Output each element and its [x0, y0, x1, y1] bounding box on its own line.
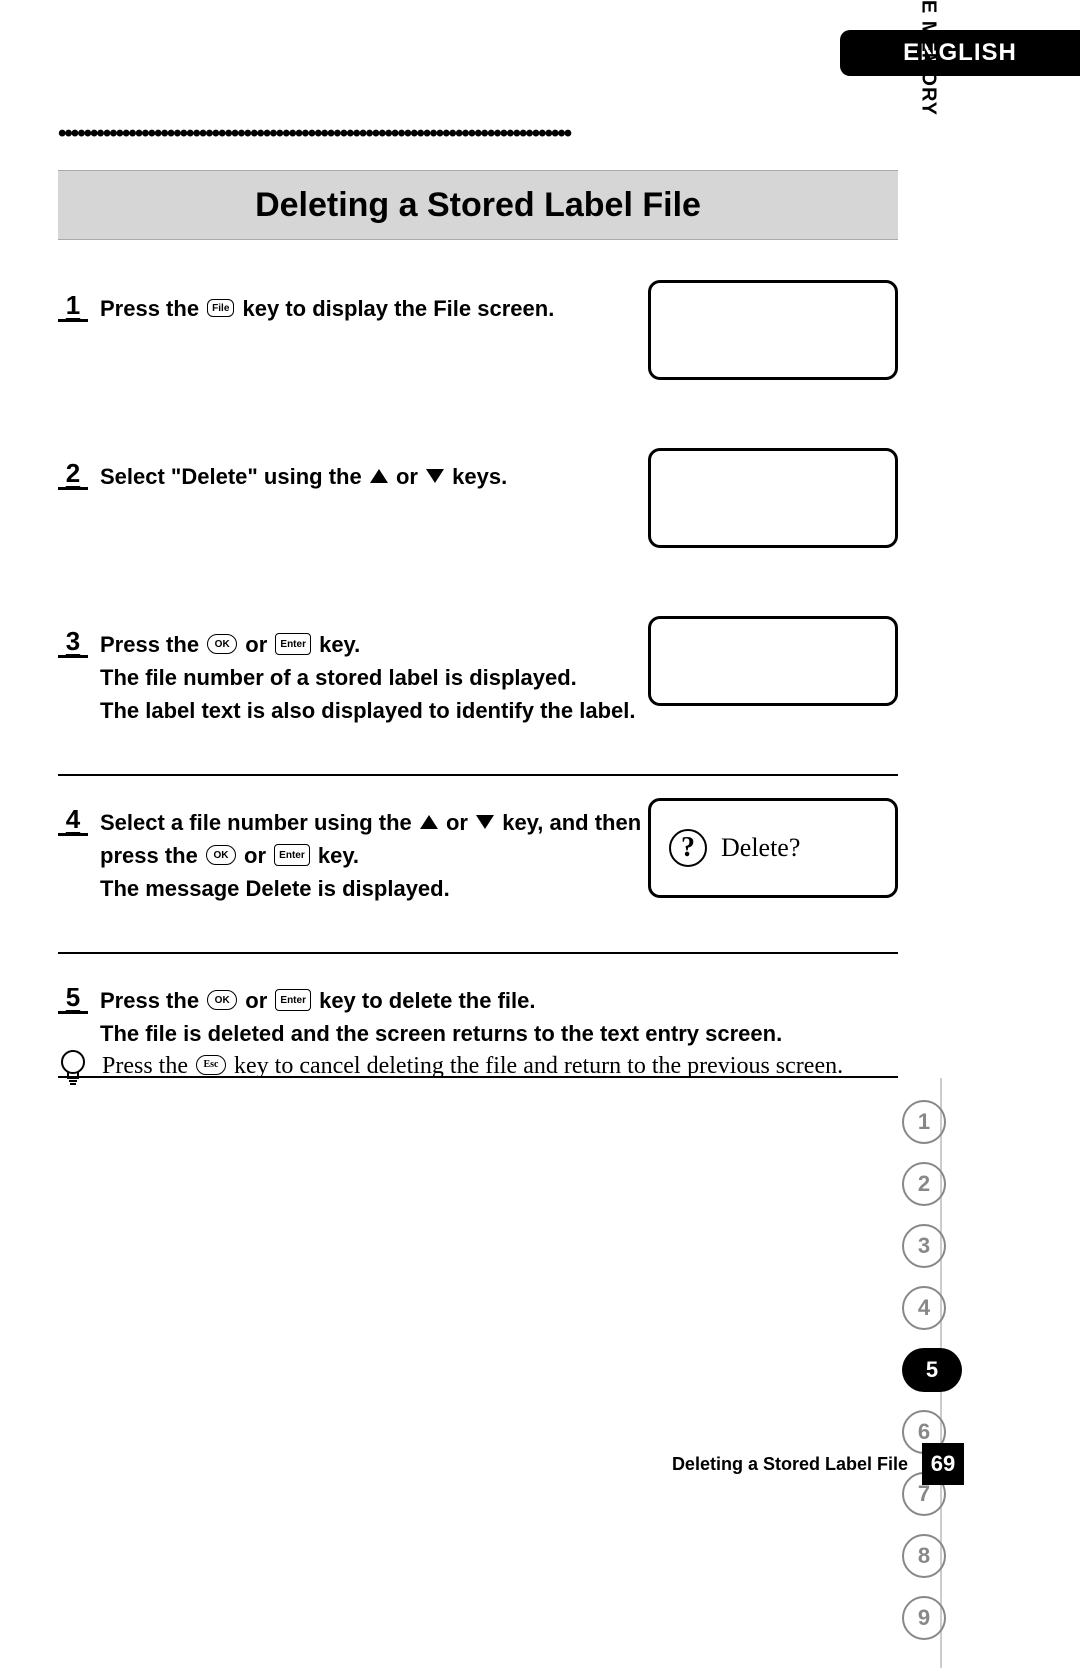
chapter-tab-8[interactable]: 8 [902, 1534, 946, 1578]
footer-title: Deleting a Stored Label File [672, 1454, 908, 1475]
tip-note: Press the Esc key to cancel deleting the… [58, 1048, 898, 1088]
page-number: 69 [922, 1443, 964, 1485]
chapter-tabs: 123456789 [902, 1100, 962, 1640]
step-2: 2 Select "Delete" using the or keys. [58, 458, 898, 598]
chapter-tab-2[interactable]: 2 [902, 1162, 946, 1206]
chapter-heading-vertical: zUSING THE FILE MEMORY [917, 0, 940, 116]
step-1: 1 Press the File key to display the File… [58, 290, 898, 430]
dotted-divider: ••••••••••••••••••••••••••••••••••••••••… [58, 120, 890, 148]
tip-text: Press the Esc key to cancel deleting the… [102, 1048, 843, 1084]
lcd-delete-dialog: ? Delete? [648, 798, 898, 898]
page-title: Deleting a Stored Label File [255, 186, 701, 225]
enter-key-icon: Enter [274, 844, 310, 866]
language-tab: ENGLISH [840, 30, 1080, 76]
lcd-preview-box [648, 448, 898, 548]
lcd-delete-text: Delete? [721, 833, 800, 863]
chapter-tab-9[interactable]: 9 [902, 1596, 946, 1640]
lcd-preview-box [648, 616, 898, 706]
chapter-tab-4[interactable]: 4 [902, 1286, 946, 1330]
page-footer: Deleting a Stored Label File 69 [58, 1444, 964, 1484]
enter-key-icon: Enter [275, 989, 311, 1011]
file-key-icon: File [207, 299, 234, 317]
step-3: 3 Press the OK or Enter key. The file nu… [58, 626, 898, 776]
ok-key-icon: OK [206, 845, 236, 865]
question-mark-icon: ? [669, 829, 707, 867]
lightbulb-icon [58, 1048, 88, 1088]
chapter-tab-5[interactable]: 5 [902, 1348, 962, 1392]
down-arrow-icon [476, 815, 494, 829]
esc-key-icon: Esc [196, 1055, 226, 1075]
chapter-title-text: USING THE FILE MEMORY [918, 0, 940, 116]
up-arrow-icon [420, 815, 438, 829]
step-number: 4 [58, 804, 88, 836]
step-number: 5 [58, 982, 88, 1014]
ok-key-icon: OK [207, 990, 237, 1010]
chapter-tab-1[interactable]: 1 [902, 1100, 946, 1144]
ok-key-icon: OK [207, 634, 237, 654]
down-arrow-icon [426, 469, 444, 483]
chapter-tab-3[interactable]: 3 [902, 1224, 946, 1268]
enter-key-icon: Enter [275, 633, 311, 655]
step-number: 1 [58, 290, 88, 322]
up-arrow-icon [370, 469, 388, 483]
step-number: 3 [58, 626, 88, 658]
step-4: 4 Select a file number using the or key,… [58, 804, 898, 954]
step-number: 2 [58, 458, 88, 490]
step-text: Press the OK or Enter key to delete the … [100, 982, 898, 1050]
lcd-preview-box [648, 280, 898, 380]
page-title-band: Deleting a Stored Label File [58, 170, 898, 240]
